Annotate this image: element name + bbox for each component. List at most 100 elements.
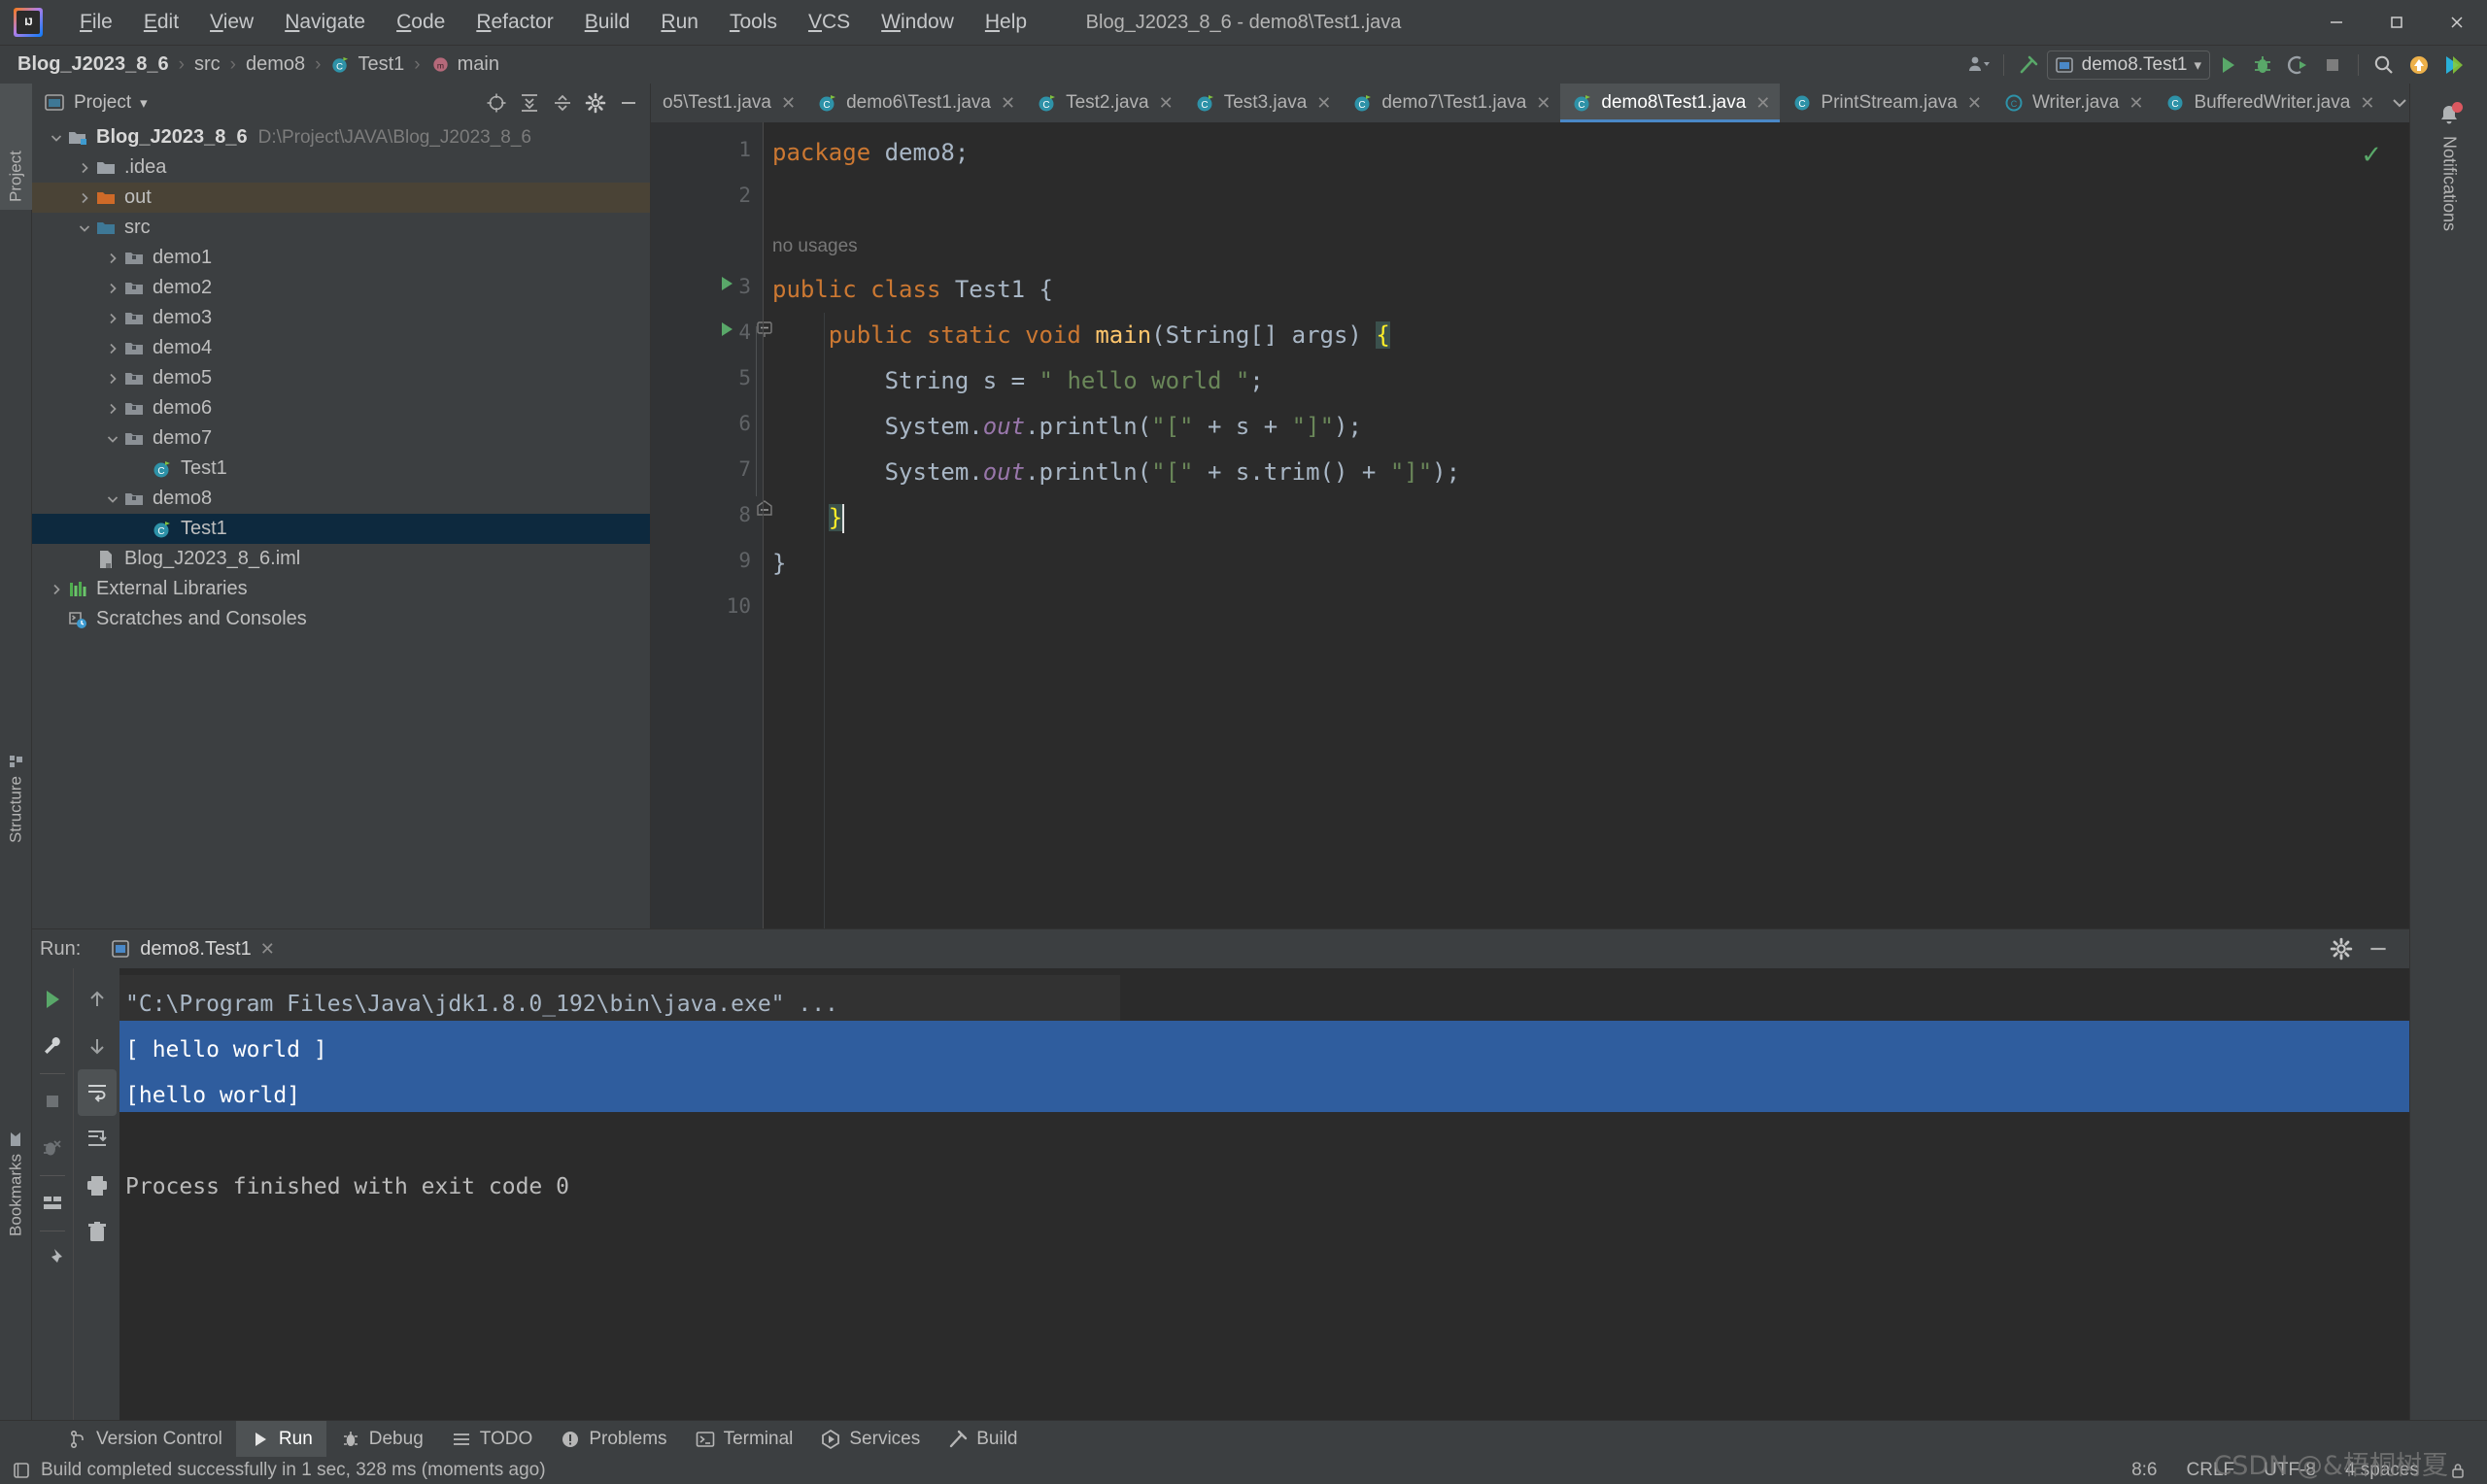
menu-item-navigate[interactable]: Navigate	[269, 7, 381, 38]
editor-tab-test3-java[interactable]: C Test3.java ✕	[1183, 84, 1342, 122]
bottom-tab-version-control[interactable]: Version Control	[53, 1421, 236, 1458]
editor-code-area[interactable]: package demo8; no usages public class Test…	[763, 122, 2409, 928]
bottom-tab-run[interactable]: Run	[235, 1420, 326, 1458]
clear-all-button[interactable]	[78, 1209, 117, 1256]
bottom-tab-build[interactable]: Build	[934, 1421, 1031, 1458]
gear-icon[interactable]	[580, 88, 611, 118]
menu-item-view[interactable]: View	[194, 7, 269, 38]
chevron-right-icon[interactable]	[102, 398, 123, 420]
run-gutter-marker-main[interactable]	[717, 320, 736, 339]
expand-all-icon[interactable]	[514, 88, 545, 118]
chevron-down-icon[interactable]	[102, 489, 123, 510]
tree-node-scratches-and-consoles[interactable]: Scratches and Consoles	[32, 604, 650, 634]
inspection-status-icon[interactable]: ✓	[2361, 140, 2382, 170]
close-icon[interactable]: ✕	[1755, 93, 1770, 114]
editor-tab-writer-java[interactable]: C Writer.java ✕	[1992, 84, 2154, 122]
chevron-right-icon[interactable]	[74, 187, 95, 209]
sidebar-item-project[interactable]: Project	[0, 84, 32, 210]
search-everywhere-icon[interactable]	[2367, 48, 2402, 83]
chevron-down-icon[interactable]	[46, 127, 67, 149]
lock-icon[interactable]	[2448, 1461, 2468, 1480]
tree-node-demo5[interactable]: demo5	[32, 363, 650, 393]
close-icon[interactable]: ✕	[781, 93, 796, 114]
breadcrumb-item-demo8[interactable]: demo8	[242, 53, 309, 76]
tree-node-demo6[interactable]: demo6	[32, 393, 650, 423]
tree-node-src[interactable]: src	[32, 213, 650, 243]
chevron-right-icon[interactable]	[74, 157, 95, 179]
collapse-all-icon[interactable]	[547, 88, 578, 118]
editor-tab-o5-test1-java[interactable]: o5\Test1.java ✕	[651, 84, 805, 122]
breadcrumb-item-blog-j2023-8-6[interactable]: Blog_J2023_8_6	[14, 53, 173, 76]
stop-button[interactable]	[2315, 48, 2350, 83]
close-icon[interactable]: ✕	[1159, 93, 1174, 114]
bottom-tab-todo[interactable]: TODO	[437, 1421, 547, 1458]
chevron-right-icon[interactable]	[102, 248, 123, 269]
menu-item-run[interactable]: Run	[645, 7, 714, 38]
run-configuration-selector[interactable]: demo8.Test1 ▾	[2046, 51, 2210, 80]
rerun-button[interactable]	[33, 976, 72, 1023]
tree-node-demo2[interactable]: demo2	[32, 273, 650, 303]
build-hammer-icon[interactable]	[2012, 48, 2047, 83]
menu-item-build[interactable]: Build	[569, 7, 646, 38]
run-console-output[interactable]: "C:\Program Files\Java\jdk1.8.0_192\bin\…	[119, 968, 2409, 1420]
tree-node-blog-j2023-8-6[interactable]: Blog_J2023_8_6 D:\Project\JAVA\Blog_J2023…	[32, 122, 650, 152]
menu-item-file[interactable]: File	[64, 7, 128, 38]
debug-button[interactable]	[2245, 48, 2280, 83]
run-gutter-marker-class[interactable]	[717, 274, 736, 293]
editor-tab-demo8-test1-java[interactable]: Cdemo8\Test1.java ✕	[1560, 84, 1781, 122]
file-encoding[interactable]: UTF-8	[2264, 1460, 2316, 1481]
maximize-button[interactable]	[2367, 0, 2427, 45]
close-icon[interactable]: ✕	[1536, 93, 1550, 114]
project-panel-title[interactable]: Project ▾	[44, 92, 148, 114]
tree-node-demo1[interactable]: demo1	[32, 243, 650, 273]
sidebar-item-structure[interactable]: Structure	[0, 705, 32, 851]
minimize-button[interactable]	[2306, 0, 2367, 45]
chevron-down-icon[interactable]	[102, 428, 123, 450]
pin-tab-button[interactable]	[33, 1235, 72, 1282]
print-button[interactable]	[78, 1163, 117, 1209]
close-icon[interactable]: ✕	[2129, 93, 2143, 114]
chevron-right-icon[interactable]	[46, 579, 67, 600]
chevron-right-icon[interactable]	[102, 308, 123, 329]
close-icon[interactable]: ✕	[260, 939, 275, 960]
editor-tab-bar[interactable]: o5\Test1.java ✕ Cdemo6\Test1.java ✕ C Test2.j…	[651, 84, 2409, 122]
menu-item-code[interactable]: Code	[381, 7, 460, 38]
locate-file-icon[interactable]	[481, 88, 512, 118]
bottom-tab-debug[interactable]: Debug	[326, 1421, 437, 1458]
menu-bar[interactable]: File Edit View Navigate Code Refactor Build Run…	[64, 7, 1042, 38]
editor-tab-demo7-test1-java[interactable]: Cdemo7\Test1.java ✕	[1341, 84, 1560, 122]
breadcrumb-item-main[interactable]: m main	[426, 53, 503, 76]
editor-tab-test2-java[interactable]: C Test2.java ✕	[1025, 84, 1183, 122]
hide-panel-icon[interactable]	[2363, 933, 2394, 964]
bottom-tab-services[interactable]: Services	[806, 1421, 934, 1458]
close-icon[interactable]: ✕	[1967, 93, 1982, 114]
editor-gutter[interactable]: 1 2 3 4 5 6 7 8 9 10	[651, 122, 772, 928]
editor-tab-printstream-java[interactable]: C PrintStream.java ✕	[1780, 84, 1992, 122]
next-occurrence-button[interactable]	[78, 1023, 117, 1069]
run-button[interactable]	[2210, 48, 2245, 83]
line-separator[interactable]: CRLF	[2187, 1460, 2235, 1481]
tree-node-blog-j2023-8-6-iml[interactable]: Blog_J2023_8_6.iml	[32, 544, 650, 574]
menu-item-tools[interactable]: Tools	[714, 7, 793, 38]
close-icon[interactable]: ✕	[1001, 93, 1015, 114]
tree-node-demo4[interactable]: demo4	[32, 333, 650, 363]
editor-tab-demo6-test1-java[interactable]: Cdemo6\Test1.java ✕	[805, 84, 1025, 122]
project-tree[interactable]: Blog_J2023_8_6 D:\Project\JAVA\Blog_J2023…	[32, 122, 650, 928]
tree-node-test1[interactable]: C Test1	[32, 514, 650, 544]
stop-process-button[interactable]	[33, 1125, 72, 1171]
tree-node-demo3[interactable]: demo3	[32, 303, 650, 333]
account-icon[interactable]	[1960, 48, 1995, 83]
tree-node-test1[interactable]: C Test1	[32, 454, 650, 484]
tree-node-demo7[interactable]: demo7	[32, 423, 650, 454]
tree-node-out[interactable]: out	[32, 183, 650, 213]
menu-item-help[interactable]: Help	[970, 7, 1042, 38]
layout-settings-button[interactable]	[33, 1180, 72, 1227]
close-button[interactable]	[2427, 0, 2487, 45]
menu-item-refactor[interactable]: Refactor	[460, 7, 568, 38]
chevron-down-icon[interactable]	[74, 218, 95, 239]
breadcrumb-item-src[interactable]: src	[190, 53, 224, 76]
bottom-tool-window-bar[interactable]: Version Control Run Debug TODO Problems Termi…	[0, 1420, 2487, 1458]
stop-button[interactable]	[33, 1078, 72, 1125]
hide-panel-icon[interactable]	[613, 88, 644, 118]
code-editor[interactable]: 1 2 3 4 5 6 7 8 9 10 package demo8; no usages publi…	[651, 122, 2409, 928]
